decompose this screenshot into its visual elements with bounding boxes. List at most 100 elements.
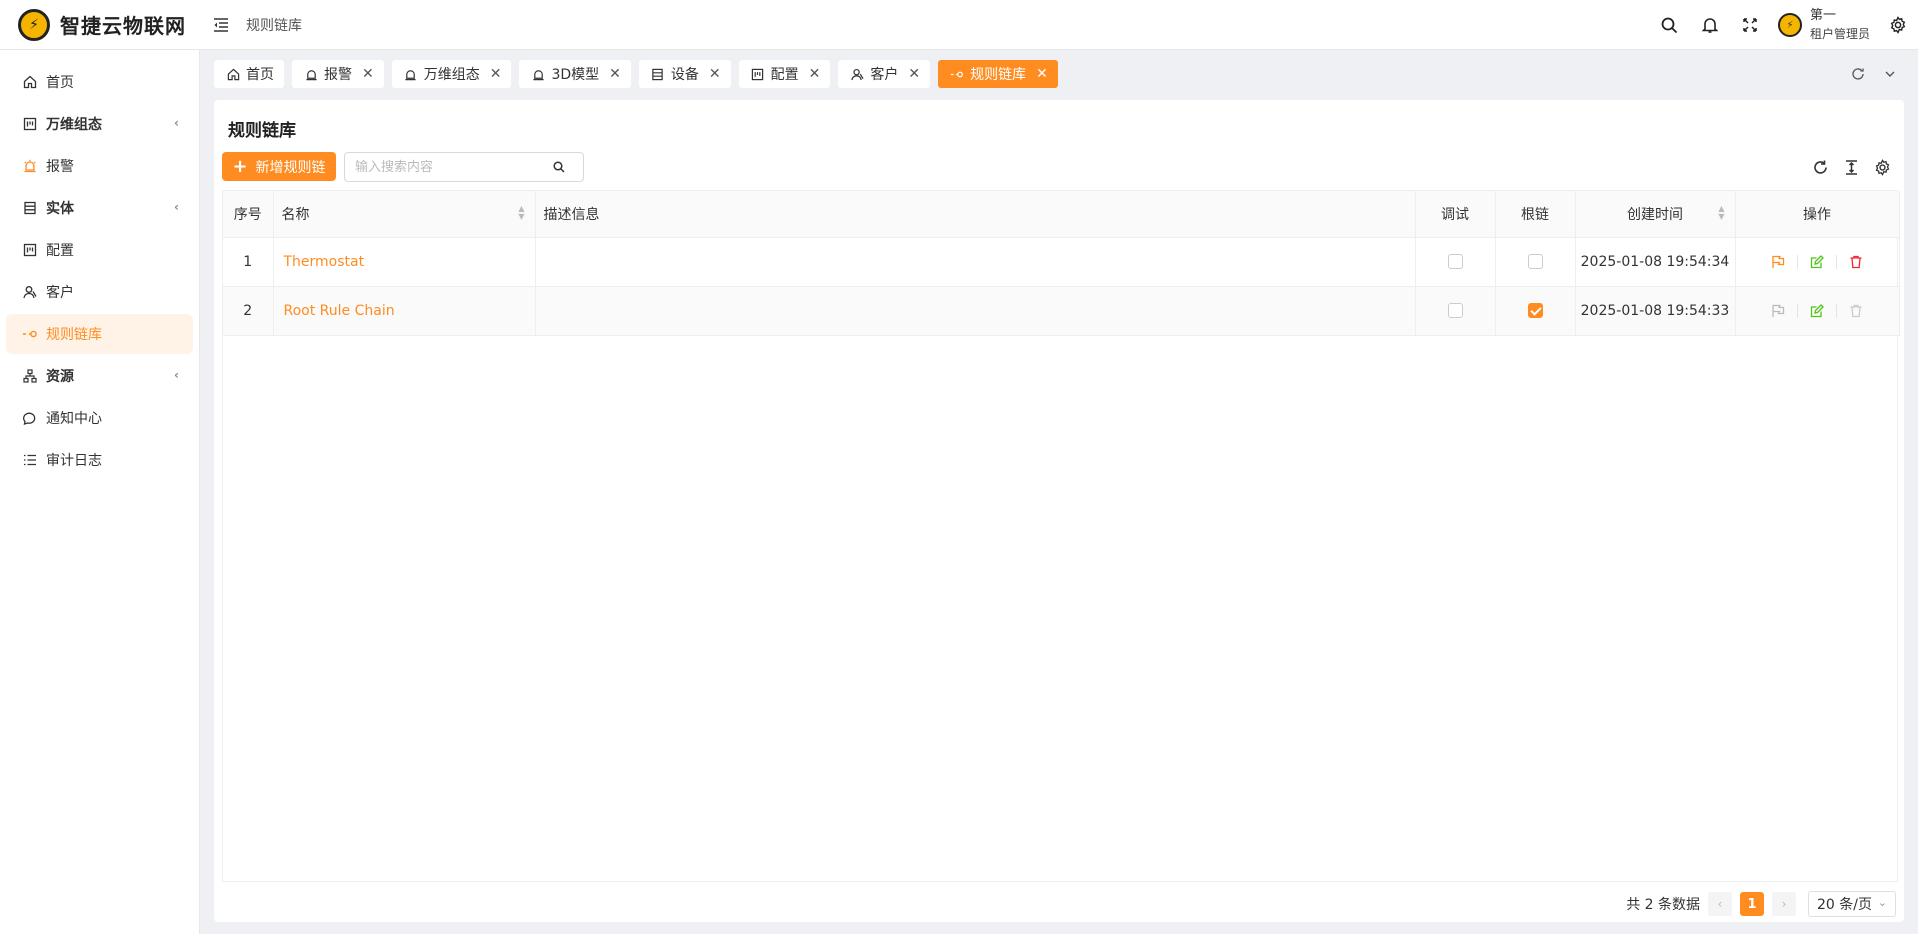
sidebar-item-audit-log[interactable]: 审计日志 <box>6 440 193 480</box>
add-button-label: 新增规则链 <box>255 159 326 176</box>
chevron-left-icon: ‹ <box>174 116 179 130</box>
sort-icon[interactable]: ▲ ▼ <box>1718 205 1724 221</box>
tab-home[interactable]: 首页 <box>214 60 284 88</box>
close-icon[interactable]: ✕ <box>809 66 821 82</box>
sidebar-item-rule-chain[interactable]: 规则链库 <box>6 314 193 354</box>
col-created[interactable]: 创建时间 ▲ ▼ <box>1575 191 1736 238</box>
user-role: 租户管理员 <box>1809 27 1870 41</box>
app-logo: ⚡ <box>18 8 50 41</box>
edit-icon[interactable] <box>1807 252 1827 272</box>
column-settings-icon[interactable] <box>1868 153 1896 181</box>
tab-layout[interactable]: 万维组态 ✕ <box>391 60 512 88</box>
search-icon[interactable] <box>1656 11 1684 39</box>
debug-checkbox[interactable] <box>1447 254 1463 269</box>
pagination: 共 2 条数据 ‹ 1 › 20 条/页 ⌄ <box>1626 891 1896 917</box>
page-size-select[interactable]: 20 条/页 ⌄ <box>1808 891 1896 917</box>
reload-icon[interactable] <box>1806 153 1834 181</box>
search-icon[interactable] <box>545 153 573 181</box>
tab-alarm[interactable]: 报警 ✕ <box>292 60 384 88</box>
brand[interactable]: ⚡ 智捷云物联网 <box>0 0 200 50</box>
delete-icon[interactable] <box>1846 252 1866 272</box>
set-root-flag-icon <box>1768 301 1788 321</box>
alarm-icon <box>531 67 545 81</box>
col-actions: 操作 <box>1735 191 1900 238</box>
sidebar-item-entity[interactable]: 实体 ‹ <box>6 188 193 228</box>
rule-chain-icon <box>22 326 38 342</box>
alarm-icon <box>304 67 318 81</box>
refresh-icon[interactable] <box>1844 60 1872 88</box>
close-icon[interactable]: ✕ <box>490 66 502 82</box>
top-header: ⚡ 智捷云物联网 规则链库 ⚡ 第一 租户管理员 <box>0 0 1918 50</box>
col-name-label: 名称 <box>281 206 310 223</box>
sidebar-item-label: 万维组态 <box>46 117 102 133</box>
close-icon[interactable]: ✕ <box>609 66 621 82</box>
add-rule-chain-button[interactable]: + 新增规则链 <box>222 152 336 181</box>
sidebar-item-home[interactable]: 首页 <box>6 62 193 102</box>
table-tools <box>1803 152 1896 182</box>
table-row: 1 Thermostat 2025-01-08 19:54:34 <box>223 237 1900 287</box>
page-size-value: 20 条/页 <box>1817 897 1872 913</box>
bell-icon[interactable] <box>1696 11 1724 39</box>
avatar: ⚡ <box>1777 13 1802 37</box>
tab-label: 规则链库 <box>970 67 1027 83</box>
sidebar-item-alarm[interactable]: 报警 <box>6 146 193 186</box>
tab-label: 客户 <box>870 67 899 83</box>
debug-checkbox[interactable] <box>1447 303 1463 318</box>
col-description: 描述信息 <box>535 191 1416 238</box>
config-icon <box>22 242 38 258</box>
fullscreen-icon[interactable] <box>1736 11 1764 39</box>
set-root-flag-icon[interactable] <box>1768 252 1788 272</box>
sidebar-item-config[interactable]: 配置 <box>6 230 193 270</box>
tab-config[interactable]: 配置 ✕ <box>738 60 831 88</box>
home-icon <box>22 74 38 90</box>
density-icon[interactable] <box>1837 153 1865 181</box>
row-description <box>535 237 1416 287</box>
root-checkbox[interactable] <box>1527 303 1543 318</box>
row-created: 2025-01-08 19:54:33 <box>1575 286 1736 336</box>
sort-icon[interactable]: ▲ ▼ <box>518 205 524 221</box>
tab-customer[interactable]: 客户 ✕ <box>838 60 931 88</box>
search-input[interactable] <box>345 154 545 180</box>
rule-chain-name-link[interactable]: Thermostat <box>284 254 365 270</box>
root-checkbox[interactable] <box>1527 254 1543 269</box>
sidebar-item-notification[interactable]: 通知中心 <box>6 398 193 438</box>
user-menu[interactable]: ⚡ 第一 租户管理员 <box>1777 7 1870 43</box>
tab-label: 配置 <box>770 67 799 83</box>
tab-3d-model[interactable]: 3D模型 ✕ <box>519 60 631 88</box>
sidebar-item-label: 配置 <box>46 243 74 259</box>
sidebar-item-resource[interactable]: 资源 ‹ <box>6 356 193 396</box>
chevron-down-icon[interactable] <box>1876 60 1904 88</box>
col-name[interactable]: 名称 ▲ ▼ <box>273 191 536 238</box>
plus-icon: + <box>232 156 248 177</box>
table-row: 2 Root Rule Chain 2025-01-08 19:54:33 <box>223 286 1900 336</box>
row-created: 2025-01-08 19:54:34 <box>1575 237 1736 287</box>
next-page-button[interactable]: › <box>1772 892 1796 916</box>
page-1-button[interactable]: 1 <box>1740 892 1764 916</box>
gear-icon[interactable] <box>1884 11 1912 39</box>
menu-collapse-icon[interactable] <box>210 14 232 36</box>
tab-device[interactable]: 设备 ✕ <box>638 60 731 88</box>
breadcrumb: 规则链库 <box>246 17 302 34</box>
edit-icon[interactable] <box>1807 301 1827 321</box>
notification-icon <box>22 410 38 426</box>
sidebar-item-layout[interactable]: 万维组态 ‹ <box>6 104 193 144</box>
sidebar-item-label: 资源 <box>46 369 74 385</box>
sidebar-item-label: 首页 <box>46 75 74 91</box>
page-title: 规则链库 <box>228 121 296 141</box>
entity-icon <box>651 67 665 81</box>
chevron-left-icon: ‹ <box>174 200 179 214</box>
close-icon[interactable]: ✕ <box>709 66 721 82</box>
user-name: 第一 <box>1809 8 1836 23</box>
sidebar-item-customer[interactable]: 客户 <box>6 272 193 312</box>
close-icon[interactable]: ✕ <box>1036 66 1048 82</box>
close-icon[interactable]: ✕ <box>362 66 374 82</box>
tab-rule-chain[interactable]: 规则链库 ✕ <box>938 60 1058 88</box>
sidebar-item-label: 通知中心 <box>46 411 102 427</box>
prev-page-button[interactable]: ‹ <box>1708 892 1732 916</box>
customer-icon <box>850 67 864 81</box>
close-icon[interactable]: ✕ <box>908 66 920 82</box>
rule-chain-name-link[interactable]: Root Rule Chain <box>284 303 395 319</box>
search-box <box>344 152 584 182</box>
row-index: 2 <box>223 286 274 336</box>
audit-log-icon <box>22 452 38 468</box>
